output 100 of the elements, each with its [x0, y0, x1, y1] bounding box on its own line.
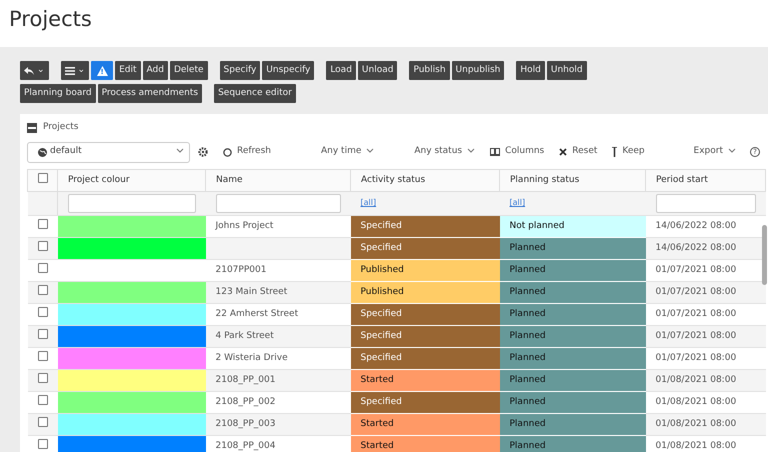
- table-cell: 01/08/2021 08:00: [656, 396, 736, 407]
- planning-status-cell: Planned: [500, 414, 646, 435]
- filter-link[interactable]: [all]: [360, 198, 376, 207]
- row-checkbox[interactable]: [38, 284, 48, 295]
- caret-icon: ⌄: [78, 61, 86, 80]
- row-checkbox[interactable]: [38, 416, 48, 427]
- row-checkbox[interactable]: [38, 306, 48, 317]
- toolbar-button[interactable]: Planning board: [20, 84, 96, 103]
- planning-status-cell: Planned: [500, 370, 646, 391]
- globe-icon: [38, 148, 47, 156]
- row-checkbox[interactable]: [38, 350, 48, 361]
- refresh-icon: [223, 148, 232, 156]
- row-checkbox[interactable]: [38, 240, 48, 251]
- filter-dropdown[interactable]: Export: [694, 145, 736, 159]
- toolbar-button[interactable]: Publish: [409, 61, 450, 80]
- book-icon: [490, 148, 500, 156]
- table-cell: 123 Main Street: [216, 286, 288, 297]
- filter-field[interactable]: [656, 194, 756, 213]
- activity-status-cell: Specified: [350, 238, 500, 259]
- planning-status-cell: Planned: [500, 326, 646, 347]
- column-header[interactable]: Project colour: [68, 174, 130, 185]
- table-cell: 14/06/2022 08:00: [656, 242, 736, 253]
- filter-field[interactable]: [216, 194, 340, 213]
- toolbar-button[interactable]: Load: [326, 61, 356, 80]
- row-checkbox[interactable]: [38, 372, 48, 383]
- planning-status-cell: Planned: [500, 436, 646, 452]
- filter-dropdown[interactable]: Any status: [414, 145, 476, 159]
- table-cell: 01/08/2021 08:00: [656, 374, 736, 385]
- activity-status-cell: Published: [350, 260, 500, 281]
- activity-status-cell: Started: [350, 414, 500, 435]
- menu-icon: [64, 66, 75, 74]
- toolbar-button[interactable]: Unpublish: [452, 61, 504, 80]
- filter-field[interactable]: [68, 194, 196, 213]
- activity-status-cell: Started: [350, 436, 500, 452]
- table-cell: 01/08/2021 08:00: [656, 418, 736, 429]
- table-cell: 2108_PP_001: [216, 374, 276, 385]
- activity-status-cell: Specified: [350, 348, 500, 369]
- caret-icon: [467, 148, 476, 154]
- undo-icon: [24, 66, 34, 74]
- caret-icon: [728, 148, 736, 154]
- undo-dropdown-button[interactable]: ⌄: [20, 61, 49, 80]
- planning-status-cell: Planned: [500, 260, 646, 281]
- settings-icon[interactable]: [198, 147, 208, 157]
- toolbar-button[interactable]: Delete: [170, 61, 208, 80]
- table-cell: 01/07/2021 08:00: [656, 308, 736, 319]
- panel-icon: [27, 123, 37, 133]
- toolbar-button[interactable]: Edit: [115, 61, 141, 80]
- toolbar-button[interactable]: Unload: [358, 61, 398, 80]
- table-cell: 2108_PP_002: [216, 396, 276, 407]
- row-checkbox[interactable]: [38, 262, 48, 273]
- table-cell: 01/07/2021 08:00: [656, 264, 736, 275]
- toolbar-button[interactable]: Specify: [220, 61, 260, 80]
- menu-dropdown-button[interactable]: ⌄: [60, 61, 90, 80]
- close-icon: [559, 148, 568, 156]
- row-checkbox[interactable]: [38, 218, 48, 229]
- activity-status-cell: Specified: [350, 326, 500, 347]
- row-checkbox[interactable]: [38, 328, 48, 339]
- planning-status-cell: Planned: [500, 282, 646, 303]
- activity-status-cell: Specified: [350, 216, 500, 237]
- table-cell: 01/07/2021 08:00: [656, 352, 736, 363]
- row-checkbox[interactable]: [38, 394, 48, 405]
- table-cell: 2107PP001: [216, 264, 266, 275]
- table-cell: 2 Wisteria Drive: [216, 352, 288, 363]
- table-cell: 4 Park Street: [216, 330, 274, 341]
- table-cell: 01/07/2021 08:00: [656, 286, 736, 297]
- columns-button[interactable]: Columns: [490, 145, 544, 159]
- planning-status-cell: Not planned: [500, 216, 646, 237]
- table-cell: 2108_PP_004: [216, 440, 276, 451]
- panel-title: Projects: [43, 121, 78, 134]
- activity-status-cell: Specified: [350, 304, 500, 325]
- table-cell: 01/07/2021 08:00: [656, 330, 736, 341]
- keep-button[interactable]: Keep: [612, 145, 645, 159]
- toolbar-button[interactable]: Add: [142, 61, 168, 80]
- toolbar-button[interactable]: Process amendments: [98, 84, 202, 103]
- caret-icon: [176, 148, 184, 154]
- toolbar-button[interactable]: Unhold: [546, 61, 587, 80]
- planning-status-cell: Planned: [500, 304, 646, 325]
- activity-status-cell: Started: [350, 370, 500, 391]
- column-header[interactable]: Name: [216, 174, 243, 185]
- view-select[interactable]: default: [27, 142, 190, 162]
- page-title: Projects: [8, 6, 93, 33]
- filter-link[interactable]: [all]: [510, 198, 526, 207]
- table-cell: Johns Project: [216, 220, 274, 231]
- toolbar-button[interactable]: Unspecify: [262, 61, 314, 80]
- filter-dropdown[interactable]: Any time: [321, 145, 374, 159]
- activity-status-cell: Published: [350, 282, 500, 303]
- table-cell: 01/08/2021 08:00: [656, 440, 736, 451]
- toolbar-button[interactable]: Sequence editor: [214, 84, 296, 103]
- toolbar-button[interactable]: Hold: [516, 61, 545, 80]
- planning-status-cell: Planned: [500, 238, 646, 259]
- reset-button[interactable]: Reset: [559, 145, 598, 159]
- pin-icon: [612, 147, 618, 157]
- row-checkbox[interactable]: [38, 438, 48, 449]
- caret-icon: ⌄: [37, 61, 45, 80]
- refresh-button[interactable]: Refresh: [223, 145, 271, 159]
- table-cell: 14/06/2022 08:00: [656, 220, 736, 231]
- caret-icon: [366, 148, 374, 154]
- activity-status-cell: Specified: [350, 392, 500, 413]
- select-all-checkbox[interactable]: [38, 172, 48, 183]
- scrollbar[interactable]: [762, 225, 767, 285]
